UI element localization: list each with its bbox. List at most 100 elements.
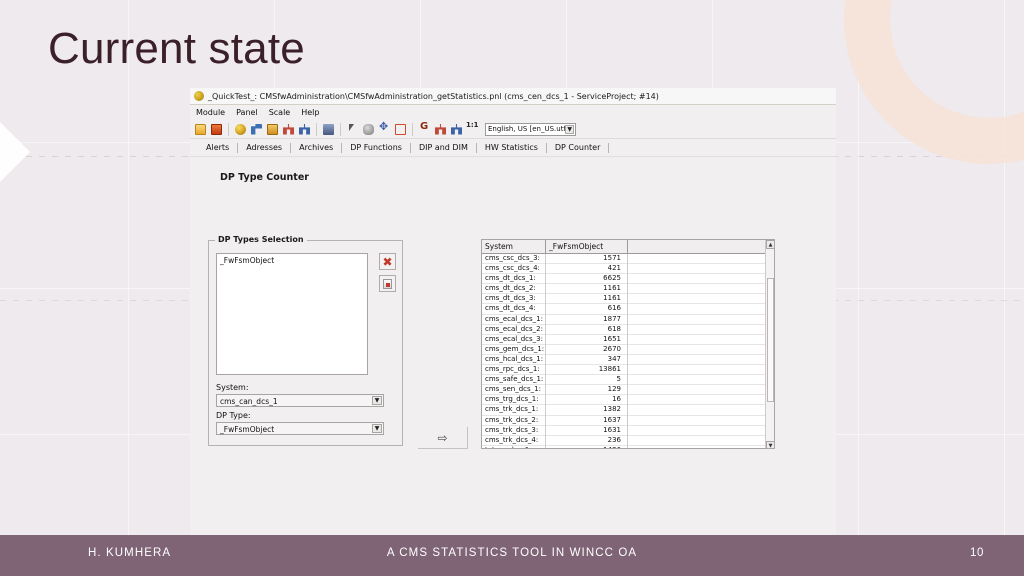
cell-empty <box>628 446 774 448</box>
app-icon <box>194 91 204 101</box>
cell-count: 1631 <box>546 425 628 436</box>
cell-count: 13861 <box>546 365 628 376</box>
table-row[interactable]: cms_trk_dcs_3: 1631 <box>482 425 774 436</box>
list-item[interactable]: _FwFsmObject <box>220 256 364 265</box>
cell-system: cms_trk_dcs_4: <box>482 435 546 446</box>
cell-empty <box>628 264 774 274</box>
export-icon <box>383 278 392 289</box>
console-ball-icon[interactable] <box>234 123 247 136</box>
menu-item-panel[interactable]: Panel <box>236 108 258 117</box>
menu-item-help[interactable]: Help <box>301 108 319 117</box>
chevron-down-icon[interactable]: ▼ <box>372 424 382 433</box>
cell-system: cms_csc_dcs_4: <box>482 264 546 275</box>
cell-empty <box>628 294 774 304</box>
chevron-down-icon[interactable]: ▼ <box>372 396 382 405</box>
apply-arrow-button[interactable]: ⇨ <box>418 427 468 449</box>
left-chevron-decoration <box>0 122 30 182</box>
dp-types-list[interactable]: _FwFsmObject <box>216 253 368 375</box>
system-combobox[interactable]: cms_can_dcs_1 ▼ <box>216 394 384 407</box>
table-row[interactable]: cms_rpc_dcs_1: 13861 <box>482 365 774 376</box>
tab-dp-functions[interactable]: DP Functions <box>342 142 411 153</box>
lock-icon[interactable] <box>266 123 279 136</box>
tree-view-icon[interactable] <box>250 123 263 136</box>
move-icon[interactable] <box>378 120 391 136</box>
arrow-right-icon: ⇨ <box>437 430 448 445</box>
export-button[interactable] <box>379 275 396 292</box>
table-row[interactable]: cms_trg_dcs_1: 16 <box>482 395 774 406</box>
cell-system: cms_dt_dcs_4: <box>482 304 546 315</box>
cell-count: 129 <box>546 385 628 396</box>
cell-system: cms_trk_dcs_3: <box>482 425 546 436</box>
table-row[interactable]: cms_csc_dcs_3: 1571 <box>482 254 774 265</box>
menu-item-module[interactable]: Module <box>196 108 225 117</box>
scroll-up-icon[interactable]: ▲ <box>766 240 774 249</box>
cell-count: 616 <box>546 304 628 315</box>
para-red-icon[interactable] <box>434 123 447 136</box>
tab-dip-and-dim[interactable]: DIP and DIM <box>411 142 477 153</box>
toolbar-separator <box>316 122 317 136</box>
table-row[interactable]: cms_gem_dcs_1: 2670 <box>482 344 774 355</box>
dp-type-label: DP Type: <box>216 411 251 420</box>
zoom-one-to-one-icon[interactable] <box>466 121 479 136</box>
tab-alerts[interactable]: Alerts <box>198 142 239 153</box>
table-row[interactable]: cms_trk_dcs_4: 236 <box>482 435 774 446</box>
cell-empty <box>628 345 774 355</box>
save-module-icon[interactable] <box>210 123 223 136</box>
window-titlebar: _QuickTest_: CMSfwAdministration\CMSfwAd… <box>190 88 836 105</box>
scrollbar-thumb[interactable] <box>767 278 774 402</box>
table-row[interactable]: cms_dt_dcs_4: 616 <box>482 304 774 315</box>
tab-adresses[interactable]: Adresses <box>238 142 292 153</box>
group-icon[interactable] <box>418 121 431 136</box>
open-folder-icon[interactable] <box>194 123 207 136</box>
network-blue-icon[interactable] <box>298 123 311 136</box>
table-header-row: System _FwFsmObject <box>482 240 774 254</box>
table-row[interactable]: cms_trk_dcs_1: 1382 <box>482 405 774 416</box>
table-row[interactable]: cms_safe_dcs_1: 5 <box>482 375 774 386</box>
cell-system: cms_ecal_dcs_2: <box>482 324 546 335</box>
results-vertical-scrollbar[interactable]: ▲ ▼ <box>765 240 774 448</box>
print-icon[interactable] <box>322 123 335 136</box>
cell-count: 1436 <box>546 445 628 448</box>
table-row[interactable]: totem_dcs_1:1436 <box>482 445 774 448</box>
column-header-dptype[interactable]: _FwFsmObject <box>546 240 628 254</box>
window-title: _QuickTest_: CMSfwAdministration\CMSfwAd… <box>208 91 659 101</box>
table-row[interactable]: cms_dt_dcs_3: 1161 <box>482 294 774 305</box>
debug-bug-icon[interactable] <box>362 123 375 136</box>
scroll-down-icon[interactable]: ▼ <box>766 441 774 448</box>
chevron-down-icon[interactable]: ▼ <box>565 124 575 134</box>
table-row[interactable]: cms_trk_dcs_2: 1637 <box>482 415 774 426</box>
column-header-system[interactable]: System <box>482 240 546 254</box>
cell-empty <box>628 254 774 264</box>
cell-empty <box>628 304 774 314</box>
column-header-empty[interactable] <box>628 240 774 254</box>
tab-archives[interactable]: Archives <box>291 142 343 153</box>
para-blue-icon[interactable] <box>450 123 463 136</box>
tab-hw-statistics[interactable]: HW Statistics <box>477 142 547 153</box>
footer-deck-title: A CMS STATISTICS TOOL IN WINCC OA <box>386 547 638 559</box>
close-icon: ✖ <box>382 254 393 269</box>
tab-dp-counter[interactable]: DP Counter <box>547 142 610 153</box>
draw-rect-icon[interactable] <box>394 123 407 136</box>
cell-count: 16 <box>546 395 628 406</box>
menu-item-scale[interactable]: Scale <box>269 108 291 117</box>
table-row[interactable]: cms_csc_dcs_4: 421 <box>482 264 774 275</box>
delete-button[interactable]: ✖ <box>379 253 396 270</box>
table-row[interactable]: cms_ecal_dcs_3: 1651 <box>482 334 774 345</box>
cell-empty <box>628 315 774 325</box>
cell-system: cms_dt_dcs_1: <box>482 274 546 285</box>
table-row[interactable]: cms_dt_dcs_1: 6625 <box>482 274 774 285</box>
results-table: System _FwFsmObject cms_csc_dcs_3: 1571 cm… <box>481 239 775 449</box>
cell-empty <box>628 274 774 284</box>
select-cursor-icon[interactable] <box>346 123 359 136</box>
cell-count: 5 <box>546 375 628 386</box>
dp-type-combobox[interactable]: _FwFsmObject ▼ <box>216 422 384 435</box>
language-select[interactable]: English, US [en_US.utf8] ▼ <box>485 122 577 136</box>
table-row[interactable]: cms_dt_dcs_2: 1161 <box>482 284 774 295</box>
table-row[interactable]: cms_sen_dcs_1: 129 <box>482 385 774 396</box>
table-row[interactable]: cms_hcal_dcs_1: 347 <box>482 354 774 366</box>
table-row[interactable]: cms_ecal_dcs_2: 618 <box>482 324 774 335</box>
network-red-icon[interactable] <box>282 123 295 136</box>
cell-system: cms_trk_dcs_1: <box>482 405 546 416</box>
cell-system: cms_dt_dcs_3: <box>482 294 546 305</box>
table-row[interactable]: cms_ecal_dcs_1: 1877 <box>482 314 774 325</box>
